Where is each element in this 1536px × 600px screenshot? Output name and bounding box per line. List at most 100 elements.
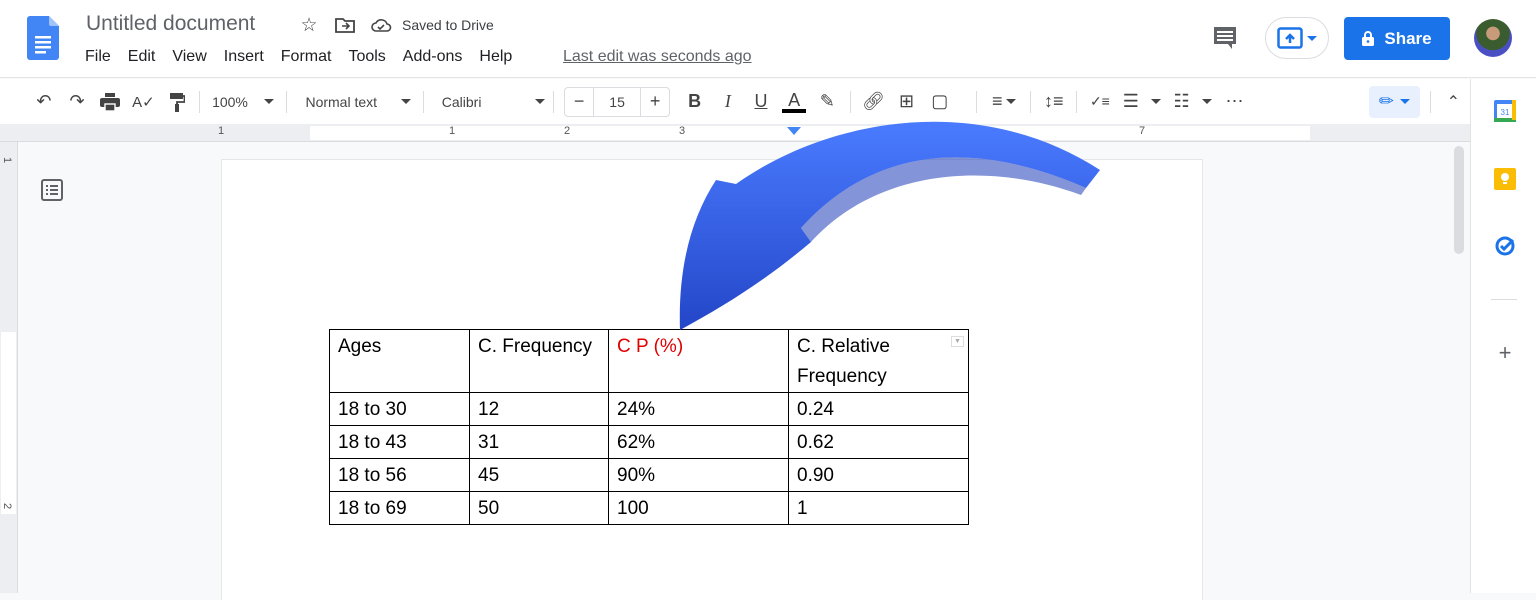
table-cell[interactable]: 18 to 56 — [329, 458, 470, 492]
italic-button[interactable]: I — [711, 88, 744, 116]
last-edit-link[interactable]: Last edit was seconds ago — [563, 48, 752, 66]
table-cell[interactable]: 18 to 30 — [329, 392, 470, 426]
text-color-swatch — [782, 108, 807, 113]
star-icon[interactable]: ☆ — [298, 14, 320, 36]
keep-icon[interactable] — [1493, 167, 1517, 191]
present-button[interactable] — [1265, 17, 1329, 59]
align-button[interactable]: ≡ — [983, 88, 1024, 116]
comment-history-icon[interactable] — [1211, 24, 1239, 52]
move-folder-icon[interactable] — [334, 14, 356, 36]
table-header-cell[interactable]: C P (%) — [608, 329, 789, 393]
vertical-ruler[interactable]: 1 2 — [0, 142, 18, 593]
insert-image-button[interactable]: ▢ — [923, 88, 956, 116]
ruler-label: 1 — [449, 125, 456, 137]
chevron-down-icon — [1201, 99, 1212, 104]
share-label: Share — [1384, 28, 1432, 48]
present-icon — [1277, 27, 1303, 49]
table-cell[interactable]: 12 — [469, 392, 609, 426]
checklist-button[interactable]: ✓≡ — [1083, 88, 1116, 116]
text-color-icon: A — [788, 89, 801, 110]
table-header-cell[interactable]: Ages — [329, 329, 470, 393]
title-actions: ☆ Saved to Drive — [298, 14, 493, 36]
table-row: 18 to 43 31 62% 0.62 — [329, 425, 969, 459]
table-cell[interactable]: 18 to 69 — [329, 491, 470, 525]
menu-help[interactable]: Help — [479, 48, 512, 66]
menu-insert[interactable]: Insert — [224, 48, 264, 66]
data-table[interactable]: Ages C. Frequency C P (%) C. Relative Fr… — [329, 329, 969, 525]
add-addon-icon[interactable]: + — [1493, 341, 1517, 365]
table-header-row: Ages C. Frequency C P (%) C. Relative Fr… — [329, 329, 969, 393]
menu-addons[interactable]: Add-ons — [403, 48, 463, 66]
document-title[interactable]: Untitled document — [86, 12, 255, 36]
hide-menus-button[interactable]: ⌃ — [1437, 88, 1470, 116]
present-dropdown-icon[interactable] — [1307, 35, 1317, 41]
table-header-cell[interactable]: C. Relative Frequency ▼ — [788, 329, 969, 393]
text-color-button[interactable]: A — [778, 88, 811, 116]
paint-format-button[interactable] — [160, 88, 193, 116]
numbered-list-button[interactable]: ☷ — [1167, 88, 1218, 116]
paragraph-style-select[interactable]: Normal text — [305, 94, 411, 110]
menu-edit[interactable]: Edit — [128, 48, 156, 66]
highlighter-icon: ✎ — [819, 91, 835, 111]
table-header-cell[interactable]: C. Frequency — [469, 329, 609, 393]
menu-tools[interactable]: Tools — [348, 48, 385, 66]
menu-view[interactable]: View — [172, 48, 206, 66]
tasks-icon[interactable] — [1493, 233, 1517, 257]
menu-format[interactable]: Format — [281, 48, 332, 66]
print-button[interactable] — [94, 88, 127, 116]
document-outline-icon[interactable] — [40, 178, 64, 202]
menu-file[interactable]: File — [85, 48, 111, 66]
cell-menu-icon[interactable]: ▼ — [951, 336, 964, 347]
pencil-icon: ✏︎ — [1378, 91, 1394, 111]
underline-button[interactable]: U — [744, 88, 777, 116]
table-cell[interactable]: 1 — [788, 491, 969, 525]
editing-mode-button[interactable]: ✏︎ — [1369, 85, 1420, 118]
ruler-label: 1 — [218, 125, 225, 137]
font-select[interactable]: Calibri — [442, 94, 546, 110]
font-size-input[interactable]: 15 — [593, 87, 642, 116]
header-cell-text: C. Relative Frequency — [797, 336, 890, 387]
docs-logo-icon[interactable] — [27, 16, 59, 60]
zoom-select[interactable]: 100% — [212, 94, 275, 110]
calendar-icon[interactable]: 31 — [1493, 99, 1517, 123]
table-cell[interactable]: 0.24 — [788, 392, 969, 426]
table-row: 18 to 69 50 100 1 — [329, 491, 969, 525]
chevron-down-icon — [535, 99, 546, 104]
chevron-down-icon — [1005, 99, 1016, 104]
cloud-saved-icon[interactable] — [370, 14, 392, 36]
vertical-scrollbar[interactable] — [1454, 146, 1464, 254]
ruler-label: 3 — [679, 125, 686, 137]
table-cell[interactable]: 45 — [469, 458, 609, 492]
line-spacing-icon: ↕≡ — [1044, 91, 1064, 111]
table-cell[interactable]: 24% — [608, 392, 789, 426]
bold-icon: B — [688, 91, 702, 111]
redo-button[interactable]: ↷ — [60, 88, 93, 116]
table-cell[interactable]: 50 — [469, 491, 609, 525]
menu-bar: File Edit View Insert Format Tools Add-o… — [85, 48, 529, 66]
increase-font-size-button[interactable]: + — [641, 88, 669, 116]
formatting-toolbar: ↶ ↷ A✓ 100% Normal text Calibri − 15 + B… — [0, 79, 1470, 124]
share-button[interactable]: Share — [1344, 17, 1450, 60]
line-spacing-button[interactable]: ↕≡ — [1037, 88, 1070, 116]
indent-marker-icon[interactable] — [787, 127, 801, 135]
bold-button[interactable]: B — [678, 88, 711, 116]
undo-button[interactable]: ↶ — [27, 88, 60, 116]
table-cell[interactable]: 100 — [608, 491, 789, 525]
horizontal-ruler[interactable]: 1 1 2 3 7 — [0, 124, 1470, 142]
table-cell[interactable]: 62% — [608, 425, 789, 459]
highlight-button[interactable]: ✎ — [811, 88, 844, 116]
table-cell[interactable]: 90% — [608, 458, 789, 492]
table-cell[interactable]: 31 — [469, 425, 609, 459]
bulleted-list-button[interactable]: ☰ — [1116, 88, 1167, 116]
spellcheck-button[interactable]: A✓ — [127, 88, 160, 116]
chevron-down-icon — [1150, 99, 1161, 104]
insert-comment-button[interactable]: ⊞ — [890, 88, 923, 116]
more-options-button[interactable]: ⋯ — [1218, 88, 1251, 116]
user-avatar[interactable] — [1474, 19, 1512, 57]
table-cell[interactable]: 0.90 — [788, 458, 969, 492]
table-cell[interactable]: 0.62 — [788, 425, 969, 459]
insert-link-button[interactable]: 🔗︎ — [857, 88, 890, 116]
decrease-font-size-button[interactable]: − — [565, 88, 593, 116]
table-cell[interactable]: 18 to 43 — [329, 425, 470, 459]
vruler-label: 1 — [1, 156, 14, 164]
